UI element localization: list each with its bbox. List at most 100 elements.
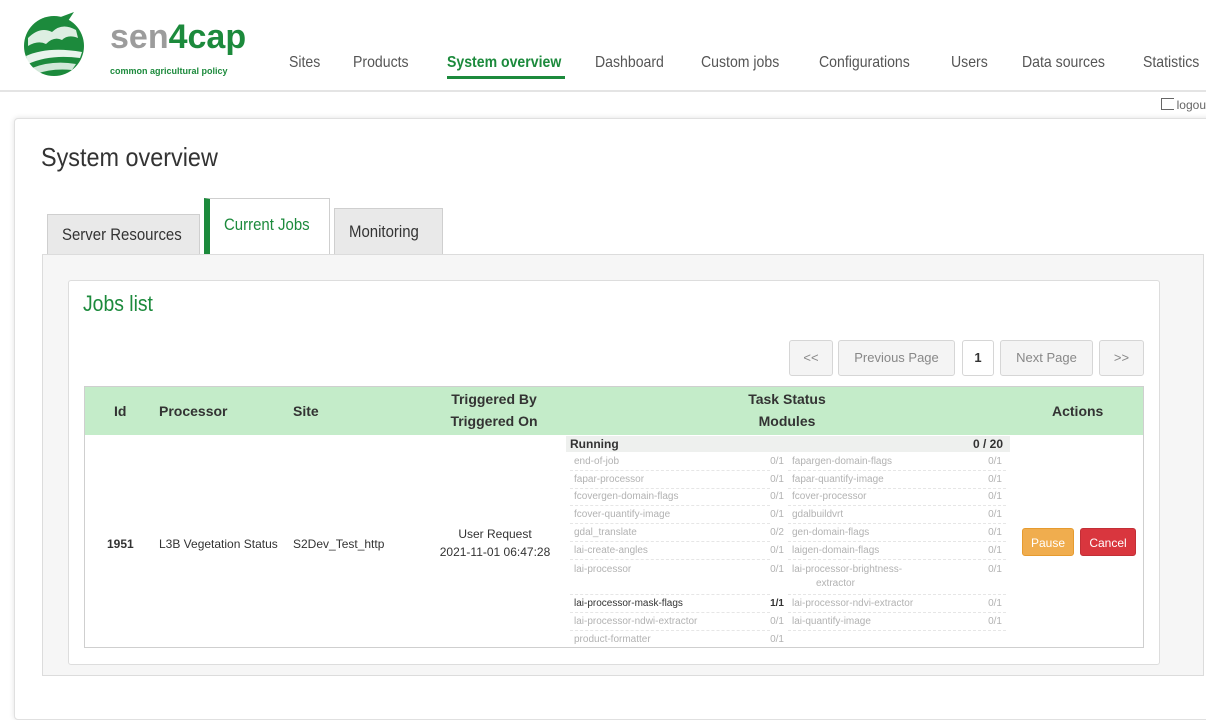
task-status-count: 0 / 20 [973, 437, 1004, 451]
module-name: fapar-quantify-image [792, 474, 884, 485]
row-separator [570, 630, 770, 631]
module-name: gdal_translate [574, 527, 637, 538]
row-separator [570, 470, 770, 471]
module-name: lai-processor [574, 564, 632, 575]
row-separator [570, 523, 770, 524]
module-name: lai-processor-mask-flags [574, 598, 683, 609]
row-separator [788, 470, 1006, 471]
tab-current-jobs[interactable]: Current Jobs [204, 198, 330, 255]
module-name: fapar-processor [574, 474, 645, 485]
col-triggered-on[interactable]: Triggered On [444, 413, 544, 429]
next-page-button[interactable]: Next Page [1000, 340, 1093, 376]
module-count: 0/1 [988, 474, 1002, 485]
module-count: 0/1 [770, 491, 784, 502]
nav-statistics[interactable]: Statistics [1143, 54, 1199, 72]
nav-data-sources[interactable]: Data sources [1022, 54, 1105, 72]
job-processor: L3B Vegetation Status [159, 537, 278, 551]
module-name: fcover-processor [792, 491, 867, 502]
globe-logo-icon [24, 12, 84, 76]
page-number-button[interactable]: 1 [962, 340, 994, 376]
module-name: lai-quantify-image [792, 616, 871, 627]
module-name: gen-domain-flags [792, 527, 870, 538]
nav-configurations[interactable]: Configurations [819, 54, 910, 72]
module-count: 0/1 [770, 634, 784, 645]
row-separator [788, 505, 1006, 506]
col-id[interactable]: Id [114, 403, 126, 419]
sen4cap-logo[interactable]: sen4cap common agricultural policy [18, 8, 246, 80]
task-status-label: Running [570, 437, 619, 451]
nav-users[interactable]: Users [951, 54, 988, 72]
module-count: 0/1 [770, 545, 784, 556]
page-title: System overview [41, 142, 218, 172]
module-name: gdalbuildvrt [792, 509, 844, 520]
active-nav-underline [447, 76, 565, 79]
module-name: product-formatter [574, 634, 651, 645]
pause-button[interactable]: Pause [1022, 528, 1074, 556]
logout-label: logou [1176, 98, 1206, 112]
module-name: lai-processor-brightness- [792, 564, 903, 575]
col-triggered-by[interactable]: Triggered By [444, 391, 544, 407]
module-count: 0/1 [988, 456, 1002, 467]
col-site[interactable]: Site [293, 403, 319, 419]
cancel-button[interactable]: Cancel [1080, 528, 1136, 556]
brand-name: sen4cap [110, 18, 247, 56]
row-separator [788, 488, 1006, 489]
nav-products[interactable]: Products [353, 54, 409, 72]
module-count: 0/1 [988, 491, 1002, 502]
module-name: lai-processor-ndwi-extractor [574, 616, 698, 627]
row-separator [788, 612, 1006, 613]
module-count: 1/1 [770, 598, 784, 609]
job-triggered-on: 2021-11-01 06:47:28 [439, 545, 551, 559]
job-site: S2Dev_Test_http [293, 537, 385, 551]
nav-dashboard[interactable]: Dashboard [595, 54, 664, 72]
row-separator [788, 594, 1006, 595]
module-count: 0/1 [988, 616, 1002, 627]
module-count: 0/1 [988, 598, 1002, 609]
brand-subtitle: common agricultural policy [110, 66, 228, 76]
module-name: end-of-job [574, 456, 620, 467]
module-name: fcovergen-domain-flags [574, 491, 679, 502]
first-page-button[interactable]: << [789, 340, 833, 376]
tab-server-resources[interactable]: Server Resources [47, 214, 200, 254]
row-separator [788, 541, 1006, 542]
header-divider [0, 90, 1206, 92]
col-modules[interactable]: Modules [737, 413, 837, 429]
col-processor[interactable]: Processor [159, 403, 227, 419]
job-triggered-by: User Request [458, 527, 532, 541]
task-status-header [566, 436, 1010, 452]
col-task-status[interactable]: Task Status [737, 391, 837, 407]
module-name: laigen-domain-flags [792, 545, 880, 556]
logout-link[interactable]: logou [1160, 97, 1206, 112]
jobs-list-title: Jobs list [83, 291, 153, 316]
module-count: 0/1 [988, 545, 1002, 556]
row-separator [570, 541, 770, 542]
module-count: 0/1 [770, 509, 784, 520]
module-name: lai-create-angles [574, 545, 648, 556]
col-actions: Actions [1052, 403, 1104, 419]
module-name: fapargen-domain-flags [792, 456, 893, 467]
last-page-button[interactable]: >> [1099, 340, 1144, 376]
previous-page-button[interactable]: Previous Page [838, 340, 955, 376]
nav-custom-jobs[interactable]: Custom jobs [701, 54, 779, 72]
row-separator [570, 488, 770, 489]
top-header: sen4cap common agricultural policy Sites… [0, 0, 1206, 90]
tab-monitoring[interactable]: Monitoring [334, 208, 443, 254]
row-separator [788, 523, 1006, 524]
row-separator [788, 559, 1006, 560]
logout-icon [1160, 98, 1174, 110]
row-separator [570, 559, 770, 560]
module-count: 0/1 [770, 616, 784, 627]
nav-system-overview[interactable]: System overview [447, 54, 561, 72]
module-count: 0/1 [770, 456, 784, 467]
module-count: 0/1 [770, 564, 784, 575]
module-name: fcover-quantify-image [574, 509, 671, 520]
module-count: 0/1 [988, 509, 1002, 520]
module-name-continued: extractor [816, 578, 855, 589]
nav-sites[interactable]: Sites [289, 54, 320, 72]
module-name: lai-processor-ndvi-extractor [792, 598, 914, 609]
job-id: 1951 [107, 537, 134, 551]
row-separator [570, 594, 770, 595]
row-separator [570, 505, 770, 506]
row-separator [788, 630, 1006, 631]
module-count: 0/2 [770, 527, 784, 538]
